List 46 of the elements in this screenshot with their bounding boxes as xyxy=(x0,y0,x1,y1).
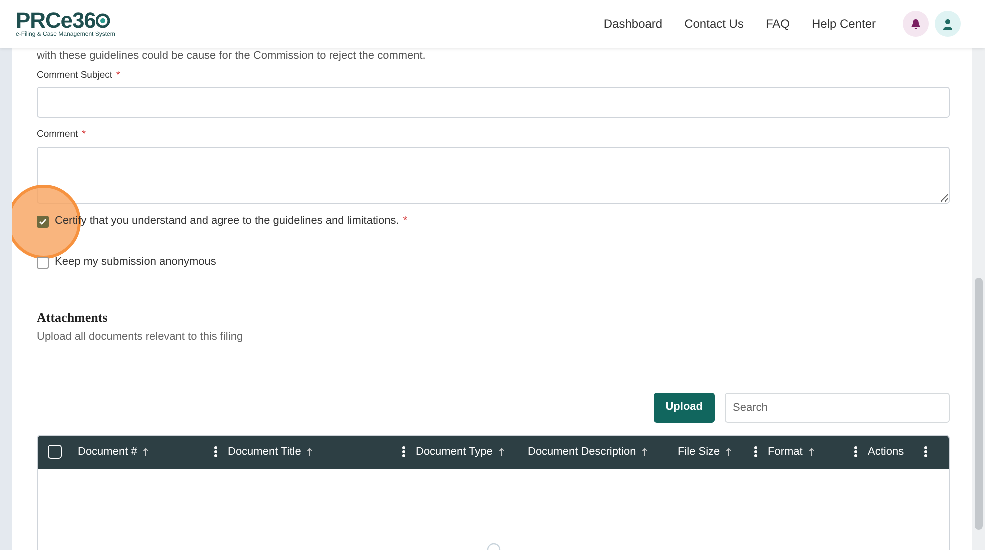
person-icon xyxy=(943,18,953,30)
column-menu-icon[interactable] xyxy=(402,446,406,458)
sort-arrow-icon[interactable] xyxy=(808,448,815,456)
nav-link[interactable]: Help Center xyxy=(800,15,887,33)
section-subtitle: Upload all documents relevant to this filing xyxy=(37,330,244,345)
column-header[interactable]: Actions xyxy=(868,444,904,460)
column-header[interactable]: Document # xyxy=(78,444,138,460)
field-label: Comment xyxy=(37,128,78,142)
column-header[interactable]: Document Description xyxy=(528,444,636,460)
section-title: Attachments xyxy=(37,308,109,326)
sort-arrow-icon[interactable] xyxy=(143,448,150,456)
scrollbar[interactable] xyxy=(972,48,985,550)
notifications-button[interactable] xyxy=(903,11,929,37)
column-menu-icon[interactable] xyxy=(214,446,218,458)
checkbox[interactable] xyxy=(37,256,49,268)
sort-arrow-icon[interactable] xyxy=(498,448,505,456)
required-mark: * xyxy=(82,128,86,142)
profile-button[interactable] xyxy=(935,11,961,37)
column-menu-icon[interactable] xyxy=(754,446,758,458)
nav-link[interactable]: FAQ xyxy=(754,15,801,33)
check-icon xyxy=(39,218,47,226)
checkbox-label: Keep my submission anonymous xyxy=(55,255,216,270)
logo-ring-icon xyxy=(96,13,110,29)
sort-arrow-icon[interactable] xyxy=(307,448,314,456)
nav-link[interactable]: Contact Us xyxy=(674,15,755,33)
checkbox[interactable] xyxy=(37,216,49,228)
nav-link[interactable]: Dashboard xyxy=(592,15,674,33)
search-field[interactable]: Search xyxy=(725,392,950,422)
logo-wordmark: PRCe36 xyxy=(16,10,96,32)
column-header[interactable]: File Size xyxy=(678,444,720,460)
sort-arrow-icon[interactable] xyxy=(642,448,648,456)
comment-field[interactable] xyxy=(37,146,950,204)
column-header[interactable]: Document Title xyxy=(228,444,302,460)
required-mark: * xyxy=(116,69,120,83)
bell-icon xyxy=(911,18,921,30)
column-header[interactable]: Document Type xyxy=(416,444,493,460)
required-mark: * xyxy=(403,215,408,228)
column-menu-icon[interactable] xyxy=(854,446,858,458)
subject-field[interactable] xyxy=(37,87,950,118)
sort-arrow-icon[interactable] xyxy=(726,448,732,456)
field-label: Comment Subject xyxy=(37,69,113,83)
column-menu-icon[interactable] xyxy=(924,446,928,458)
upload-button[interactable]: Upload xyxy=(654,392,715,422)
guidelines-text: with these guidelines could be cause for the Commission to reject the comment. xyxy=(37,49,427,63)
select-all-checkbox[interactable] xyxy=(48,445,62,459)
column-header[interactable]: Format xyxy=(768,444,803,460)
